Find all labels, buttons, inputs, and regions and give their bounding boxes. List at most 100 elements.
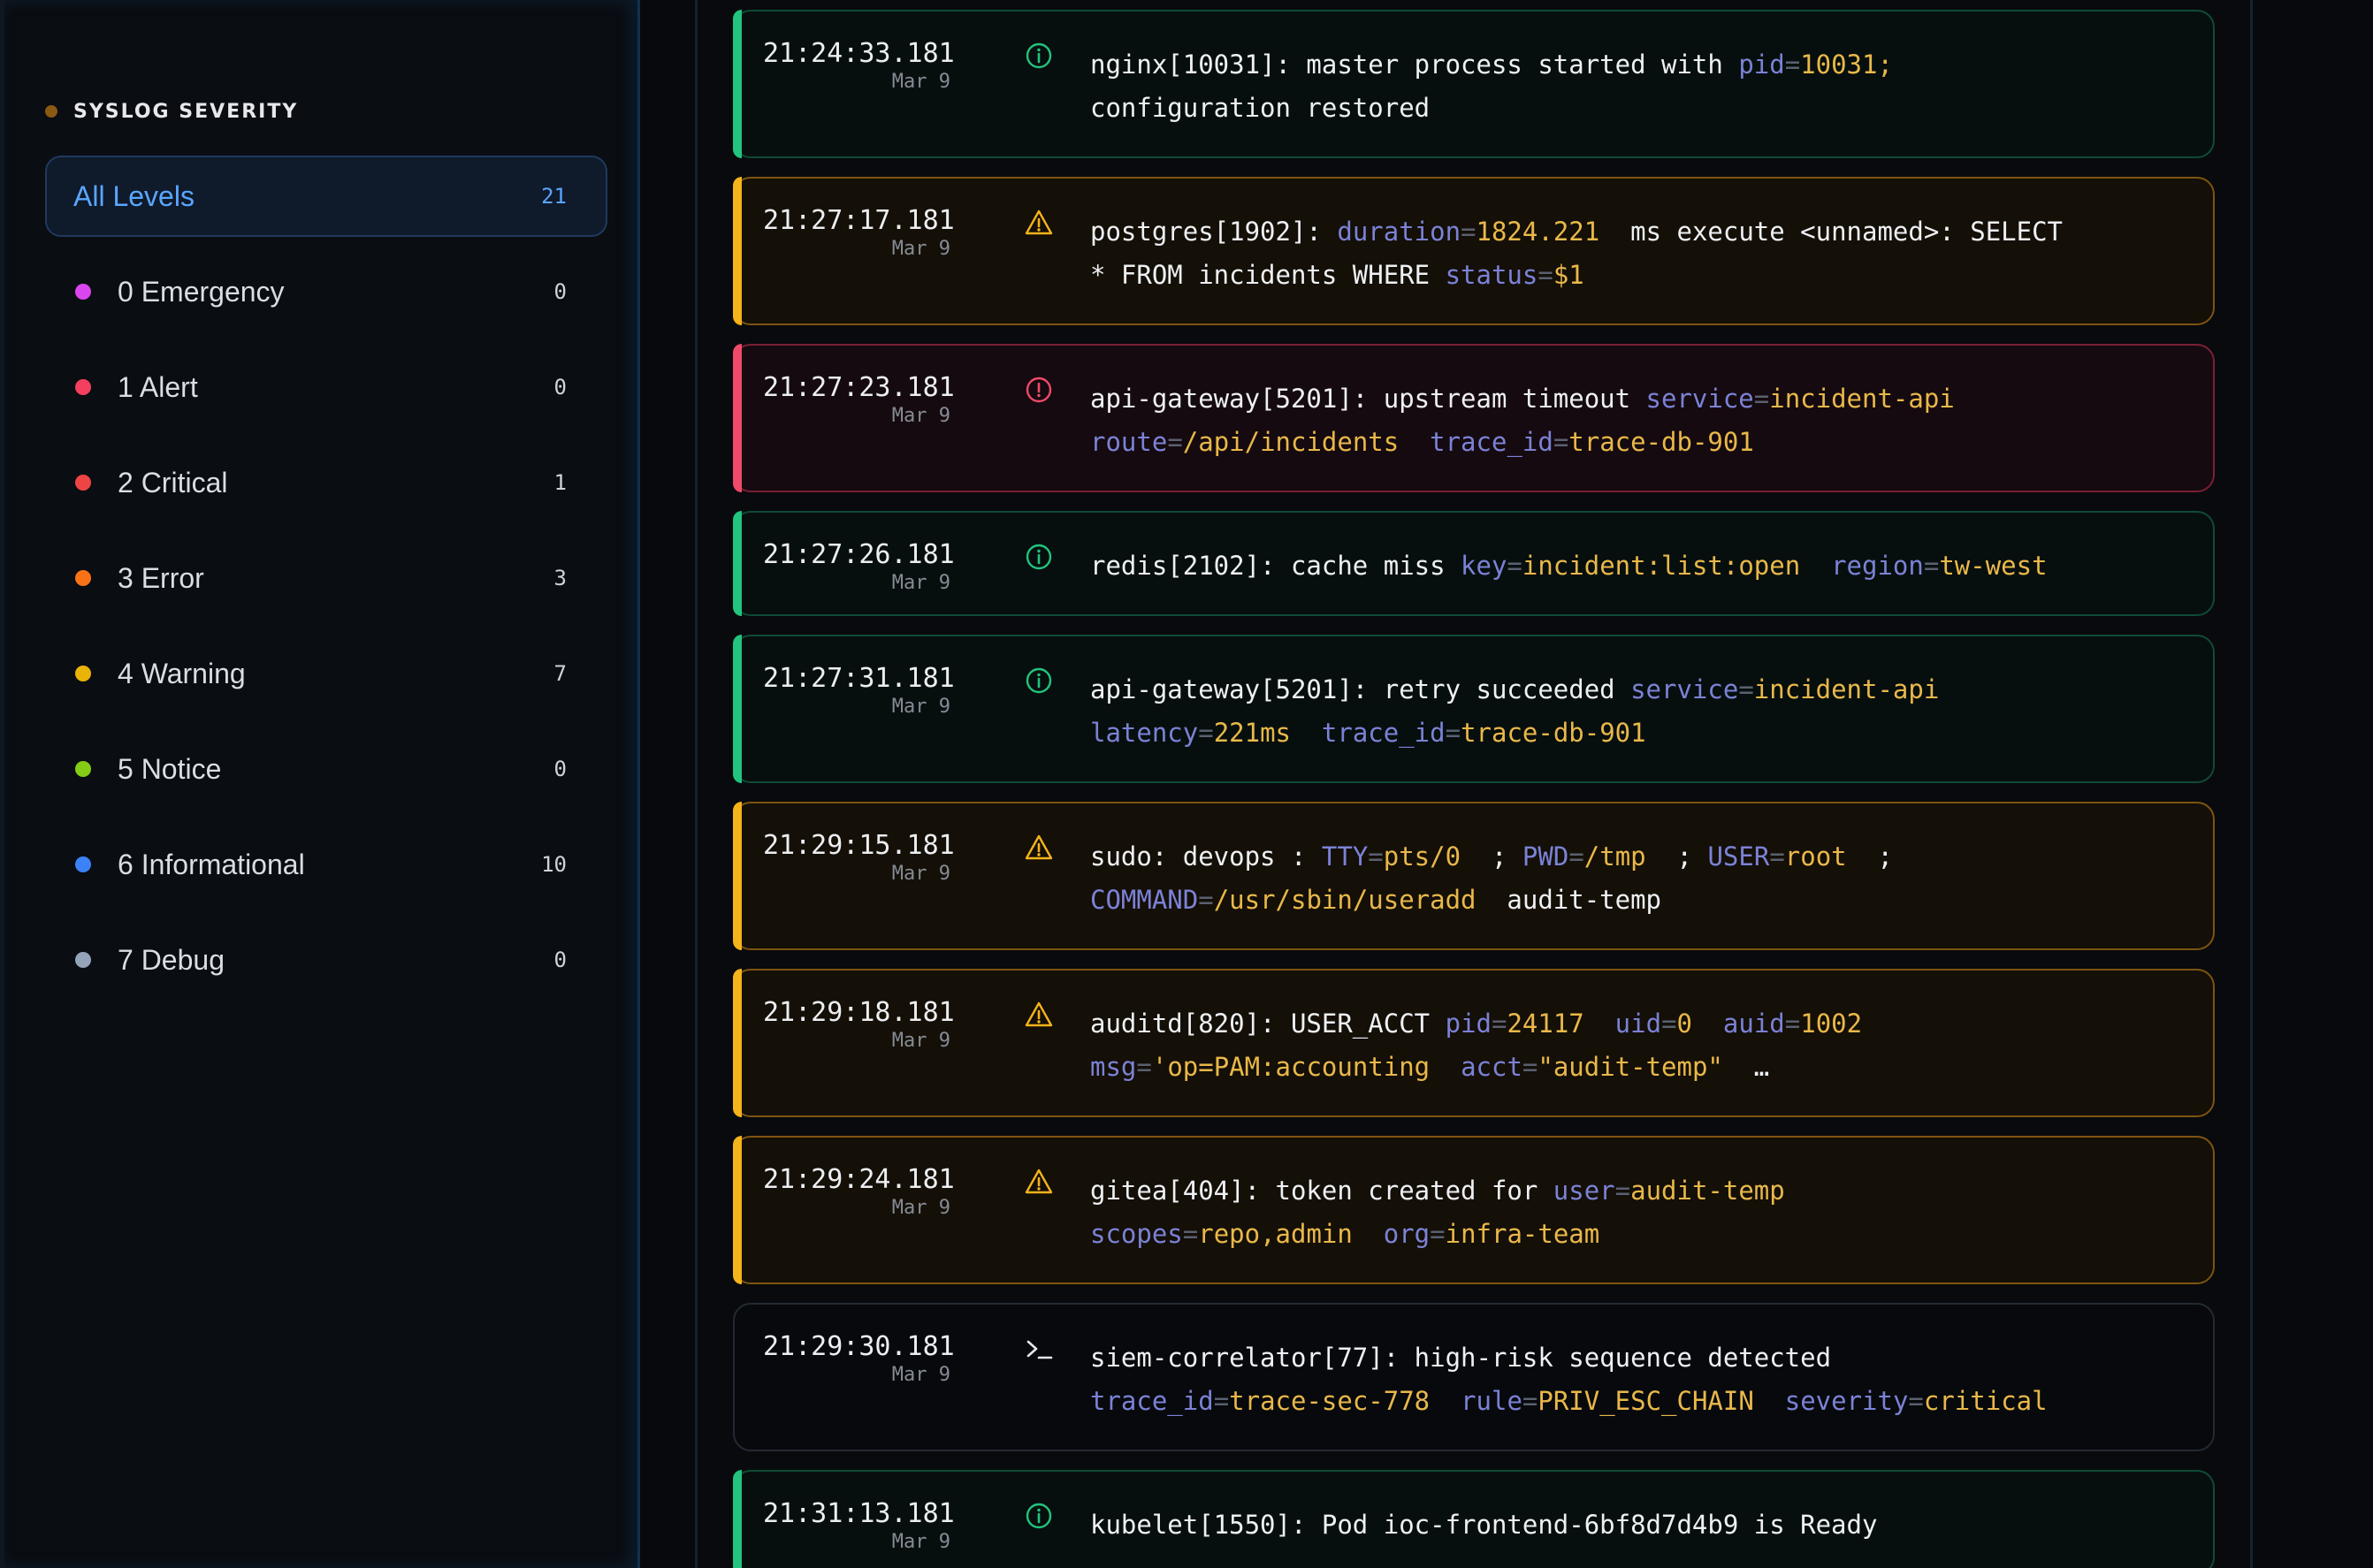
level-count: 0 — [553, 948, 567, 972]
log-line: kubelet[1550]: Pod ioc-frontend-6bf8d7d4… — [1090, 1503, 2178, 1547]
log-message: siem-correlator[77]: high-risk sequence … — [1090, 1336, 2178, 1423]
severity-dot-icon — [75, 475, 91, 491]
log-entry[interactable]: 21:29:24.181 Mar 9 gitea[404]: token creat… — [733, 1136, 2215, 1284]
field-key: trace_id — [1430, 427, 1553, 457]
field-key: region — [1831, 551, 1924, 581]
log-entry[interactable]: 21:27:23.181 Mar 9 api-gateway[5201]: upst… — [733, 344, 2215, 492]
field-value: repo,admin — [1198, 1219, 1353, 1249]
log-entry[interactable]: 21:27:26.181 Mar 9 redis[2102]: cache miss… — [733, 511, 2215, 616]
sidebar: SYSLOG SEVERITY All Levels 21 0 Emergency 0… — [0, 0, 640, 1568]
field-equals: = — [1908, 1386, 1924, 1416]
field-equals: = — [1537, 260, 1553, 290]
log-text: ; — [1645, 841, 1708, 872]
field-key: route — [1090, 427, 1168, 457]
warning-icon — [1025, 1001, 1053, 1029]
log-message: postgres[1902]: duration=1824.221 ms exe… — [1090, 210, 2178, 297]
log-time: 21:29:15.181 — [763, 830, 955, 861]
timestamp-block: 21:27:17.181 Mar 9 — [763, 205, 955, 260]
log-message: kubelet[1550]: Pod ioc-frontend-6bf8d7d4… — [1090, 1503, 2178, 1547]
log-text: auditd[820]: USER_ACCT — [1090, 1009, 1446, 1039]
log-entry[interactable]: 21:29:15.181 Mar 9 sudo: devops : TTY=pts/… — [733, 802, 2215, 950]
field-key: scopes — [1090, 1219, 1183, 1249]
log-date: Mar 9 — [891, 1030, 950, 1052]
field-equals: = — [1507, 551, 1522, 581]
timestamp-block: 21:29:15.181 Mar 9 — [763, 830, 955, 885]
log-time: 21:27:23.181 — [763, 372, 955, 403]
log-date: Mar 9 — [891, 863, 950, 885]
log-text: ms execute <unnamed>: SELECT — [1599, 217, 2063, 247]
field-value: "audit-temp" — [1537, 1052, 1723, 1082]
level-count: 7 — [553, 661, 567, 686]
field-key: pid — [1445, 1009, 1492, 1039]
section-header: SYSLOG SEVERITY — [45, 99, 298, 124]
log-message: api-gateway[5201]: retry succeeded servi… — [1090, 668, 2178, 755]
level-label: 7 Debug — [118, 943, 225, 976]
level-item-debug[interactable]: 7 Debug 0 — [45, 919, 607, 1001]
timestamp-block: 21:27:26.181 Mar 9 — [763, 539, 955, 594]
timestamp-block: 21:27:31.181 Mar 9 — [763, 663, 955, 718]
level-count: 0 — [553, 375, 567, 400]
log-time: 21:29:24.181 — [763, 1164, 955, 1195]
field-key: uid — [1614, 1009, 1662, 1039]
field-value: infra-team — [1445, 1219, 1600, 1249]
log-message: redis[2102]: cache miss key=incident:lis… — [1090, 544, 2178, 588]
level-count: 0 — [553, 279, 567, 304]
log-entry[interactable]: 21:31:13.181 Mar 9 kubelet[1550]: Pod ioc-… — [733, 1470, 2215, 1568]
log-text: … — [1722, 1052, 1770, 1082]
level-item-all-levels[interactable]: All Levels 21 — [45, 156, 607, 237]
field-key: auid — [1722, 1009, 1785, 1039]
level-item-notice[interactable]: 5 Notice 0 — [45, 728, 607, 810]
severity-bar — [733, 1136, 742, 1284]
level-item-alert[interactable]: 1 Alert 0 — [45, 346, 607, 428]
log-list: 21:24:33.181 Mar 9 nginx[10031]: master pr… — [733, 10, 2215, 1568]
log-time: 21:27:31.181 — [763, 663, 955, 694]
field-key: service — [1630, 674, 1739, 704]
log-time: 21:24:33.181 — [763, 38, 955, 69]
log-entry[interactable]: 21:24:33.181 Mar 9 nginx[10031]: master pr… — [733, 10, 2215, 158]
level-item-error[interactable]: 3 Error 3 — [45, 537, 607, 619]
field-equals: = — [1445, 718, 1461, 748]
terminal-icon — [1025, 1335, 1053, 1363]
log-entry[interactable]: 21:29:18.181 Mar 9 auditd[820]: USER_ACCT … — [733, 969, 2215, 1117]
field-key: service — [1645, 384, 1754, 414]
log-entry[interactable]: 21:27:31.181 Mar 9 api-gateway[5201]: retr… — [733, 635, 2215, 783]
field-key: msg — [1090, 1052, 1137, 1082]
field-equals: = — [1568, 841, 1584, 872]
timestamp-block: 21:29:24.181 Mar 9 — [763, 1164, 955, 1219]
log-line: msg='op=PAM:accounting acct="audit-temp"… — [1090, 1046, 2178, 1089]
field-value: 24117 — [1507, 1009, 1584, 1039]
level-item-warning[interactable]: 4 Warning 7 — [45, 633, 607, 714]
log-line: latency=221ms trace_id=trace-db-901 — [1090, 712, 2178, 755]
error-icon — [1025, 376, 1053, 404]
field-value: critical — [1923, 1386, 2048, 1416]
log-text: audit-temp — [1476, 885, 1662, 915]
log-date: Mar 9 — [891, 572, 950, 594]
field-value: $1 — [1553, 260, 1584, 290]
log-text: siem-correlator[77]: high-risk sequence … — [1090, 1343, 1832, 1373]
log-text: ; — [1846, 841, 1894, 872]
log-entry[interactable]: 21:29:30.181 Mar 9 siem-correlator[77]: hi… — [733, 1303, 2215, 1451]
log-line: scopes=repo,admin org=infra-team — [1090, 1213, 2178, 1256]
field-equals: = — [1198, 885, 1214, 915]
log-text: sudo: devops : — [1090, 841, 1322, 872]
field-key: duration — [1337, 217, 1461, 247]
level-item-informational[interactable]: 6 Informational 10 — [45, 824, 607, 905]
log-message: nginx[10031]: master process started wit… — [1090, 43, 2178, 130]
log-message: api-gateway[5201]: upstream timeout serv… — [1090, 377, 2178, 464]
log-time: 21:29:18.181 — [763, 997, 955, 1028]
log-line: sudo: devops : TTY=pts/0 ; PWD=/tmp ; US… — [1090, 835, 2178, 879]
level-item-emergency[interactable]: 0 Emergency 0 — [45, 251, 607, 332]
field-value: incident:list:open — [1522, 551, 1801, 581]
log-text: ; — [1461, 841, 1522, 872]
field-equals: = — [1461, 217, 1476, 247]
level-item-critical[interactable]: 2 Critical 1 — [45, 442, 607, 523]
log-entry[interactable]: 21:27:17.181 Mar 9 postgres[1902]: duratio… — [733, 177, 2215, 325]
field-equals: = — [1213, 1386, 1230, 1416]
level-label: All Levels — [73, 179, 195, 212]
level-label: 5 Notice — [118, 752, 222, 785]
field-key: trace_id — [1090, 1386, 1214, 1416]
field-key: latency — [1090, 718, 1199, 748]
